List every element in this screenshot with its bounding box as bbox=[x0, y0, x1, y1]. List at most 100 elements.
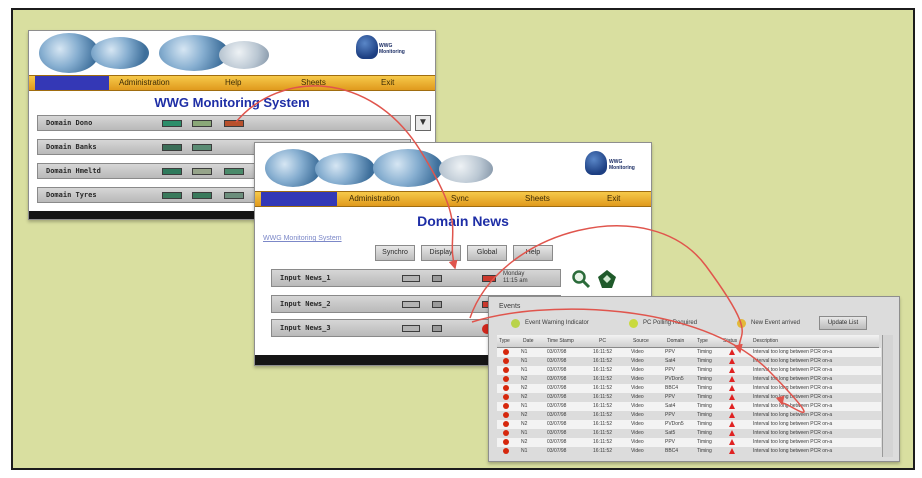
menu-item-exit[interactable]: Exit bbox=[381, 76, 394, 90]
status-chip[interactable] bbox=[432, 301, 442, 308]
events-header: Events bbox=[499, 303, 521, 310]
status-chip[interactable] bbox=[432, 325, 442, 332]
alert-icon bbox=[503, 439, 509, 445]
menu-item-administration[interactable]: Administration bbox=[349, 192, 400, 206]
column-header[interactable]: Description bbox=[753, 335, 778, 347]
tab-help[interactable]: Help bbox=[513, 245, 553, 261]
warning-triangle-icon bbox=[729, 367, 735, 373]
wwg-logo-icon bbox=[356, 35, 378, 59]
status-chip[interactable] bbox=[224, 192, 244, 199]
menu-item-sheets[interactable]: Sheets bbox=[525, 192, 550, 206]
table-row[interactable]: N2 03/07/98 16:11:52 Video PVDon5 Timing In… bbox=[497, 375, 881, 384]
status-chip[interactable] bbox=[162, 168, 182, 175]
logo-text: WWG Monitoring bbox=[609, 159, 635, 171]
page-title: Domain News bbox=[417, 213, 509, 229]
tools-icon[interactable] bbox=[597, 269, 617, 289]
domain-row-label: Domain Hmeltd bbox=[46, 167, 101, 175]
menu-item-sync[interactable]: Sync bbox=[451, 192, 469, 206]
alert-icon bbox=[503, 367, 509, 373]
events-window: Events Event Warning Indicator PC Pollin… bbox=[488, 296, 900, 462]
status-chip[interactable] bbox=[192, 192, 212, 199]
menu-bar: Administration Sync Sheets Exit bbox=[255, 191, 651, 207]
status-chip[interactable] bbox=[224, 168, 244, 175]
status-chip[interactable] bbox=[402, 301, 420, 308]
globe-icon bbox=[91, 37, 149, 69]
vertical-scrollbar[interactable] bbox=[882, 335, 893, 457]
status-chip[interactable] bbox=[402, 325, 420, 332]
news-input-label: Input News_1 bbox=[280, 274, 331, 282]
column-header[interactable]: Date bbox=[523, 335, 534, 347]
status-chip[interactable] bbox=[162, 120, 182, 127]
tab-global[interactable]: Global bbox=[467, 245, 507, 261]
column-header[interactable]: Domain bbox=[667, 335, 684, 347]
table-row[interactable]: N1 03/07/98 16:11:52 Video PPV Timing Inter… bbox=[497, 366, 881, 375]
menu-item-help[interactable]: Help bbox=[225, 76, 241, 90]
news-input-label: Input News_2 bbox=[280, 300, 331, 308]
status-chip[interactable] bbox=[432, 275, 442, 282]
globe-icon bbox=[373, 149, 443, 187]
banner: WWG Monitoring bbox=[29, 31, 435, 75]
breadcrumb-link[interactable]: WWG Monitoring System bbox=[263, 235, 342, 242]
magnify-icon[interactable] bbox=[571, 269, 591, 289]
table-row[interactable]: N2 03/07/98 16:11:52 Video PVDon5 Timing In… bbox=[497, 420, 881, 429]
column-header[interactable]: Source bbox=[633, 335, 649, 347]
globe-icon bbox=[315, 153, 375, 185]
legend-label-warning: Event Warning Indicator bbox=[525, 320, 589, 326]
warning-triangle-icon bbox=[729, 394, 735, 400]
wwg-logo-icon bbox=[585, 151, 607, 175]
table-row[interactable]: N2 03/07/98 16:11:52 Video PPV Timing Inter… bbox=[497, 438, 881, 447]
status-chip[interactable] bbox=[224, 120, 244, 127]
status-chip[interactable] bbox=[162, 144, 182, 151]
column-header[interactable]: Type bbox=[499, 335, 510, 347]
tab-display[interactable]: Display bbox=[421, 245, 461, 261]
column-header[interactable]: Time Stamp bbox=[547, 335, 574, 347]
legend-label-polling: PC Polling Required bbox=[643, 320, 698, 326]
table-row[interactable]: N1 03/07/98 16:11:52 Video Sat5 Timing Inte… bbox=[497, 429, 881, 438]
tab-synchro[interactable]: Synchro bbox=[375, 245, 415, 261]
menu-item-home[interactable] bbox=[35, 76, 109, 90]
table-row[interactable]: N1 03/07/98 16:11:52 Video PPV Timing Inter… bbox=[497, 348, 881, 357]
page-title: WWG Monitoring System bbox=[154, 95, 310, 110]
menu-bar: Administration Help Sheets Exit bbox=[29, 75, 435, 91]
status-chip[interactable] bbox=[192, 144, 212, 151]
warning-triangle-icon bbox=[729, 376, 735, 382]
legend-dot-polling bbox=[629, 319, 638, 328]
menu-item-exit[interactable]: Exit bbox=[607, 192, 620, 206]
warning-triangle-icon bbox=[729, 421, 735, 427]
table-row[interactable]: N1 03/07/98 16:11:52 Video Sat4 Timing Inte… bbox=[497, 357, 881, 366]
banner: WWG Monitoring bbox=[255, 143, 651, 191]
alert-icon bbox=[503, 349, 509, 355]
news-input-label: Input News_3 bbox=[280, 324, 331, 332]
warning-triangle-icon bbox=[729, 448, 735, 454]
menu-item-administration[interactable]: Administration bbox=[119, 76, 170, 90]
table-row[interactable]: N2 03/07/98 16:11:52 Video PPV Timing Inter… bbox=[497, 393, 881, 402]
domain-row[interactable]: Domain Dono bbox=[37, 115, 411, 131]
menu-item-home[interactable] bbox=[261, 192, 337, 206]
column-header[interactable]: Status bbox=[723, 335, 737, 347]
timestamp: Monday 11:15 am bbox=[503, 271, 528, 284]
table-row[interactable]: N1 03/07/98 16:11:52 Video Sat4 Timing Inte… bbox=[497, 402, 881, 411]
status-chip[interactable] bbox=[162, 192, 182, 199]
table-row[interactable]: N1 03/07/98 16:11:52 Video BBC4 Timing Inte… bbox=[497, 447, 881, 456]
table-row[interactable]: N2 03/07/98 16:11:52 Video PPV Timing Inter… bbox=[497, 411, 881, 420]
download-icon[interactable]: ▼ bbox=[415, 115, 431, 131]
domain-row-label: Domain Tyres bbox=[46, 191, 97, 199]
table-row[interactable]: N2 03/07/98 16:11:52 Video BBC4 Timing Inte… bbox=[497, 384, 881, 393]
alert-icon bbox=[503, 403, 509, 409]
status-chip[interactable] bbox=[482, 275, 496, 282]
warning-triangle-icon bbox=[729, 349, 735, 355]
alert-icon bbox=[503, 430, 509, 436]
column-header[interactable]: Type bbox=[697, 335, 708, 347]
alert-icon bbox=[503, 448, 509, 454]
status-chip[interactable] bbox=[192, 120, 212, 127]
status-chip[interactable] bbox=[402, 275, 420, 282]
menu-item-sheets[interactable]: Sheets bbox=[301, 76, 326, 90]
warning-triangle-icon bbox=[729, 358, 735, 364]
globe-icon bbox=[39, 33, 99, 73]
update-list-button[interactable]: Update List bbox=[819, 316, 867, 330]
status-chip[interactable] bbox=[192, 168, 212, 175]
domain-row-label: Domain Dono bbox=[46, 119, 93, 127]
legend-dot-new-event bbox=[737, 319, 746, 328]
alert-icon bbox=[503, 385, 509, 391]
column-header[interactable]: PC bbox=[599, 335, 606, 347]
